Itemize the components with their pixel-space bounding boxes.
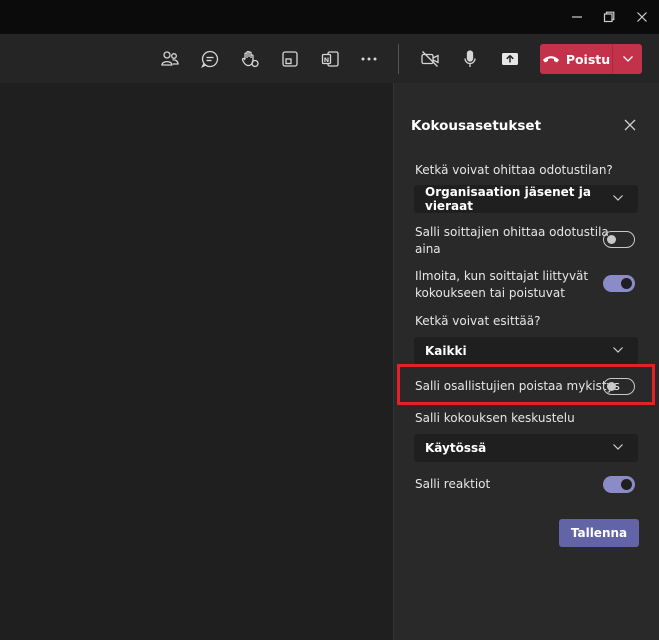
camera-toggle-button[interactable] xyxy=(417,46,443,72)
rooms-icon xyxy=(282,51,298,67)
toggle-knob xyxy=(621,278,632,289)
panel-title: Kokousasetukset xyxy=(411,118,542,134)
chevron-down-icon xyxy=(622,56,633,62)
svg-text:N: N xyxy=(324,56,329,64)
minimize-icon xyxy=(572,16,582,18)
mic-icon xyxy=(464,50,476,67)
toggle-knob xyxy=(607,234,616,244)
close-icon xyxy=(624,119,636,131)
chevron-down-icon xyxy=(613,195,623,201)
leave-button[interactable]: Poistu xyxy=(540,44,612,74)
close-window-button[interactable] xyxy=(625,0,659,34)
meeting-chat-select[interactable]: Käytössä xyxy=(414,434,638,462)
toolbar-separator xyxy=(398,44,399,74)
restore-button[interactable] xyxy=(592,0,626,34)
callers-bypass-label: Salli soittajien ohittaa odotustila aina xyxy=(415,224,609,258)
apps-icon: N xyxy=(321,51,339,67)
people-icon xyxy=(161,51,179,66)
notify-callers-toggle[interactable] xyxy=(603,275,635,292)
minimize-button[interactable] xyxy=(560,0,594,34)
meeting-stage xyxy=(0,83,393,640)
notify-callers-label: Ilmoita, kun soittajat liittyvät kokouks… xyxy=(415,268,588,302)
highlight-box xyxy=(397,364,655,405)
mic-toggle-button[interactable] xyxy=(457,46,483,72)
share-button[interactable] xyxy=(497,46,523,72)
restore-icon xyxy=(603,11,615,23)
leave-label: Poistu xyxy=(565,51,611,67)
bypass-lobby-value: Organisaation jäsenet ja vieraat xyxy=(425,185,591,213)
bypass-lobby-label: Ketkä voivat ohittaa odotustilan? xyxy=(415,163,613,177)
meeting-toolbar: N Poistu xyxy=(0,34,659,83)
close-icon xyxy=(637,12,647,22)
chevron-down-icon xyxy=(613,444,623,450)
leave-button-group: Poistu xyxy=(540,44,642,74)
raise-hand-icon xyxy=(241,50,259,68)
who-present-label: Ketkä voivat esittää? xyxy=(415,314,541,328)
meeting-options-panel: Kokousasetukset Ketkä voivat ohittaa odo… xyxy=(393,83,659,640)
reactions-toggle[interactable] xyxy=(603,476,635,493)
apps-button[interactable]: N xyxy=(317,46,343,72)
meeting-chat-label: Salli kokouksen keskustelu xyxy=(415,411,575,425)
phone-hangup-icon xyxy=(542,56,559,63)
callers-bypass-toggle[interactable] xyxy=(603,231,635,248)
notify-callers-label-line2: kokoukseen tai poistuvat xyxy=(415,286,565,300)
who-present-select[interactable]: Kaikki xyxy=(414,337,638,365)
save-button[interactable]: Tallenna xyxy=(559,519,639,547)
rooms-button[interactable] xyxy=(277,46,303,72)
notify-callers-label-line1: Ilmoita, kun soittajat liittyvät xyxy=(415,269,589,283)
toggle-knob xyxy=(621,479,632,490)
reactions-label: Salli reaktiot xyxy=(415,477,491,491)
share-icon xyxy=(502,53,518,65)
participants-button[interactable] xyxy=(157,46,183,72)
chevron-down-icon xyxy=(613,347,623,353)
meeting-chat-value: Käytössä xyxy=(425,441,487,455)
camera-off-icon xyxy=(421,51,439,67)
who-present-value: Kaikki xyxy=(425,344,467,358)
callers-bypass-label-line1: Salli soittajien ohittaa odotustila xyxy=(415,225,609,239)
panel-close-button[interactable] xyxy=(622,117,638,133)
chat-icon xyxy=(201,50,219,68)
bypass-lobby-select[interactable]: Organisaation jäsenet ja vieraat xyxy=(414,185,638,213)
window-titlebar xyxy=(0,0,659,34)
chat-button[interactable] xyxy=(197,46,223,72)
callers-bypass-label-line2: aina xyxy=(415,242,441,256)
reactions-button[interactable] xyxy=(237,46,263,72)
leave-options-button[interactable] xyxy=(613,44,642,74)
more-icon xyxy=(361,57,377,61)
more-button[interactable] xyxy=(356,46,382,72)
